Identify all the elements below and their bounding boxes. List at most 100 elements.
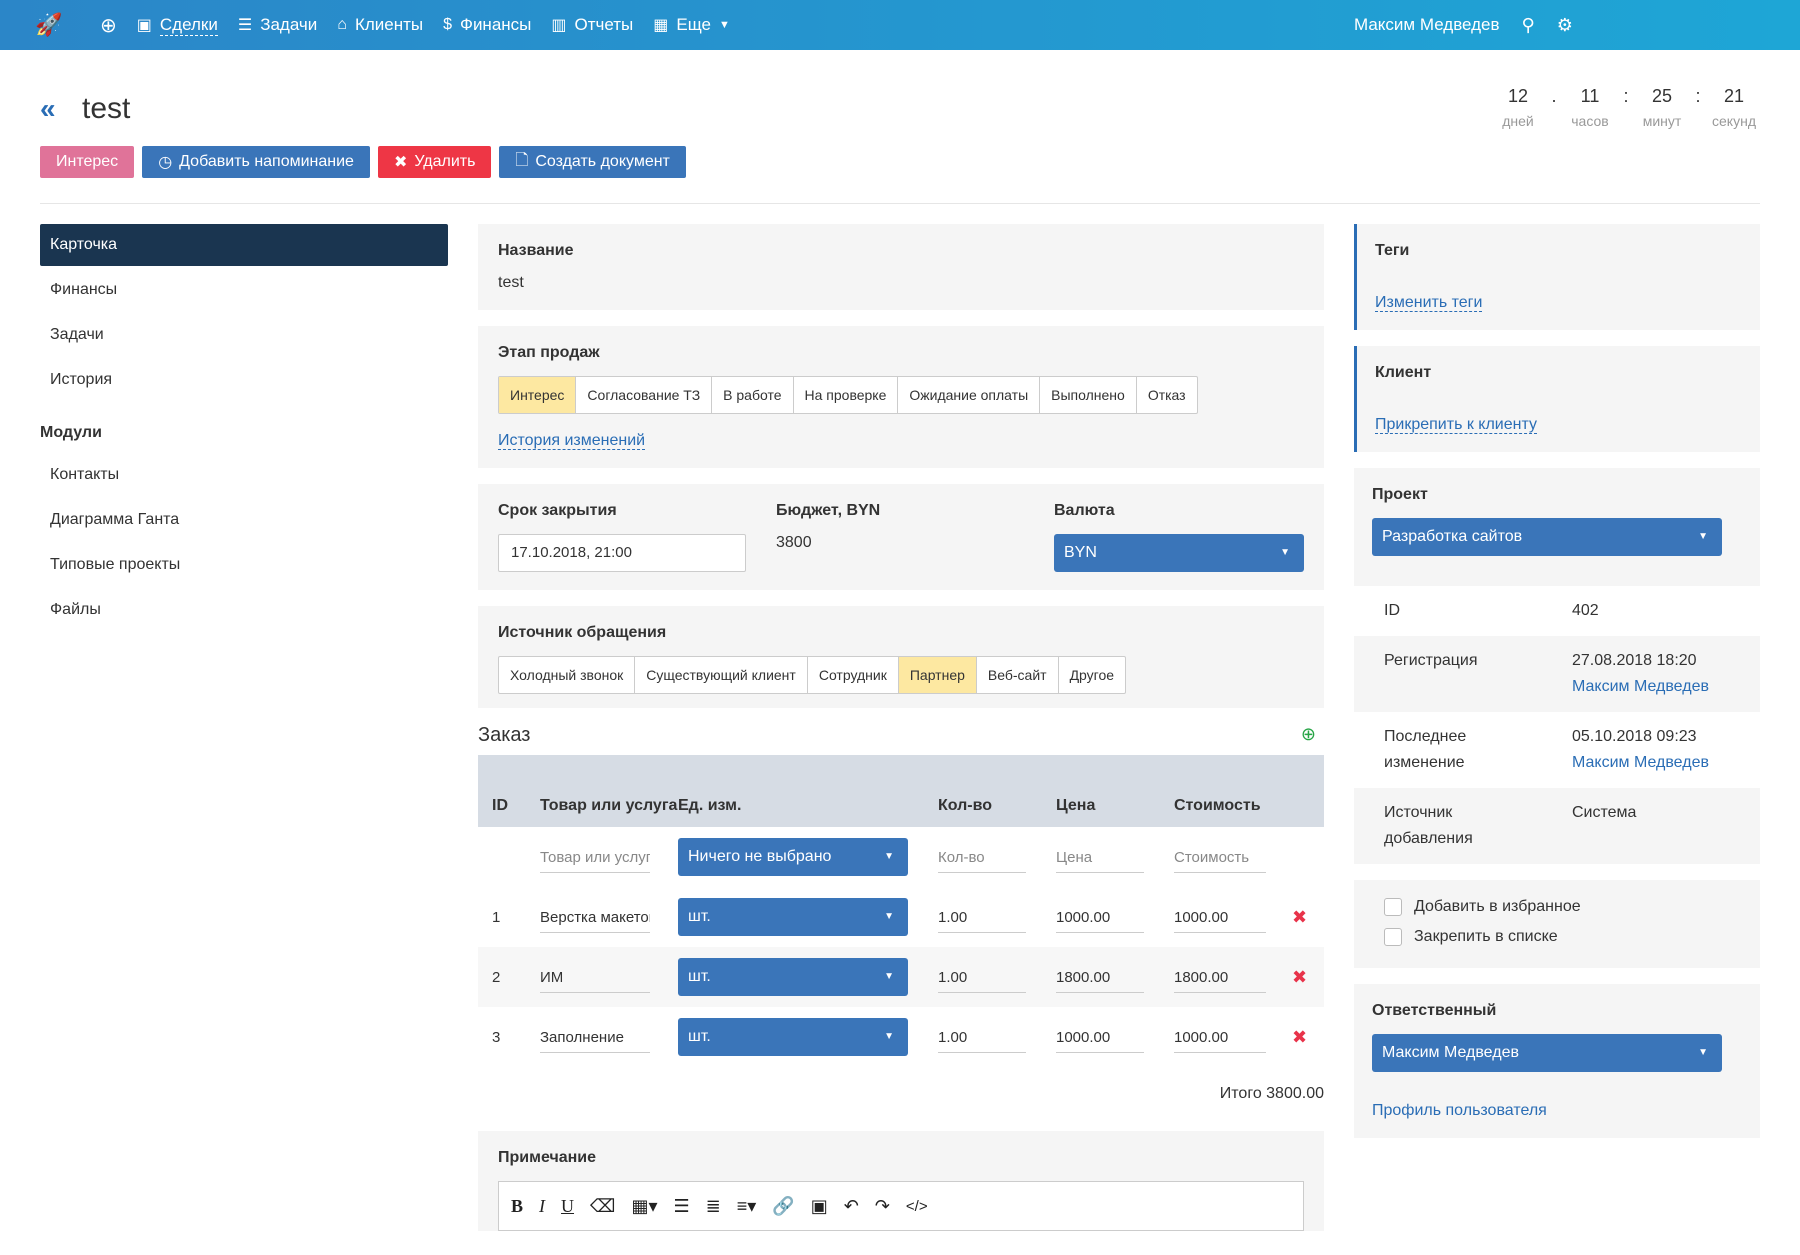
history-link[interactable]: История изменений bbox=[498, 432, 646, 450]
source-option[interactable]: Холодный звонок bbox=[499, 657, 636, 693]
qty-input[interactable]: 1.00 bbox=[938, 1021, 1026, 1053]
delete-row-icon[interactable]: ✖ bbox=[1292, 1027, 1324, 1048]
link-icon[interactable]: 🔗 bbox=[772, 1196, 794, 1217]
source-option[interactable]: Партнер bbox=[898, 657, 977, 693]
price-input[interactable]: Цена bbox=[1056, 841, 1144, 873]
cost-input[interactable]: Стоимость bbox=[1174, 841, 1266, 873]
stage-option[interactable]: В работе bbox=[712, 377, 794, 413]
delete-row-icon[interactable]: ✖ bbox=[1292, 907, 1324, 928]
stage-button[interactable]: Интерес bbox=[40, 146, 135, 178]
stage-option[interactable]: Ожидание оплаты bbox=[898, 377, 1041, 413]
sidebar-item-tasks[interactable]: Задачи bbox=[40, 314, 448, 356]
code-icon[interactable]: </> bbox=[906, 1198, 928, 1215]
nav-reports[interactable]: ▥ Отчеты bbox=[551, 15, 633, 35]
responsible-panel: Ответственный Максим Медведев ▼ Профиль п… bbox=[1354, 984, 1760, 1138]
modified-user-link[interactable]: Максим Медведев bbox=[1572, 750, 1709, 776]
stage-option[interactable]: Согласование ТЗ bbox=[576, 377, 713, 413]
sidebar-item-contacts[interactable]: Контакты bbox=[40, 454, 448, 496]
user-name[interactable]: Максим Медведев bbox=[1354, 15, 1500, 35]
source-row: Источник добавления Система bbox=[1354, 788, 1760, 864]
search-icon[interactable]: ⚲ bbox=[1522, 15, 1535, 36]
product-input[interactable]: ИМ bbox=[540, 961, 650, 993]
price-input[interactable]: 1800.00 bbox=[1056, 961, 1144, 993]
stage-selector: Интерес Согласование ТЗ В работе На пров… bbox=[498, 376, 1198, 414]
nav-clients[interactable]: ⌂ Клиенты bbox=[337, 15, 423, 35]
add-row-icon[interactable]: ⊕ bbox=[1301, 724, 1316, 745]
underline-icon[interactable]: U bbox=[561, 1196, 574, 1217]
delete-row-icon[interactable]: ✖ bbox=[1292, 967, 1324, 988]
cost-input[interactable]: 1800.00 bbox=[1174, 961, 1266, 993]
sidebar-item-files[interactable]: Файлы bbox=[40, 589, 448, 631]
align-icon[interactable]: ≡▾ bbox=[737, 1196, 757, 1217]
unit-select[interactable]: Ничего не выбрано ▼ bbox=[678, 838, 908, 876]
image-icon[interactable]: ▣ bbox=[811, 1196, 828, 1217]
cost-input[interactable]: 1000.00 bbox=[1174, 901, 1266, 933]
stage-option[interactable]: Отказ bbox=[1137, 377, 1197, 413]
sidebar-item-gantt[interactable]: Диаграмма Ганта bbox=[40, 499, 448, 541]
back-icon[interactable]: « bbox=[40, 93, 56, 125]
table-icon[interactable]: ▦▾ bbox=[631, 1196, 657, 1217]
gear-icon[interactable]: ⚙ bbox=[1557, 15, 1573, 36]
checkbox-box[interactable] bbox=[1384, 928, 1402, 946]
close-date-input[interactable]: 17.10.2018, 21:00 bbox=[498, 534, 746, 572]
unit-select[interactable]: шт. ▼ bbox=[678, 1018, 908, 1056]
source-option[interactable]: Существующий клиент bbox=[635, 657, 808, 693]
qty-input[interactable]: Кол-во bbox=[938, 841, 1026, 873]
undo-icon[interactable]: ↶ bbox=[844, 1196, 859, 1217]
budget-label: Бюджет, BYN bbox=[776, 502, 881, 519]
table-row: 1 Верстка макетов шт. ▼ 1.00 1000.00 1000… bbox=[478, 887, 1324, 947]
delete-button[interactable]: ✖ Удалить bbox=[377, 146, 492, 178]
cost-input[interactable]: 1000.00 bbox=[1174, 1021, 1266, 1053]
bar-chart-icon: ▥ bbox=[551, 17, 567, 34]
product-input[interactable]: Верстка макетов bbox=[540, 901, 650, 933]
source-option[interactable]: Другое bbox=[1059, 657, 1125, 693]
responsible-select[interactable]: Максим Медведев ▼ bbox=[1372, 1034, 1722, 1072]
registration-user-link[interactable]: Максим Медведев bbox=[1572, 674, 1709, 700]
name-value[interactable]: test bbox=[498, 274, 1304, 292]
eraser-icon[interactable]: ⌫ bbox=[590, 1196, 615, 1217]
qty-input[interactable]: 1.00 bbox=[938, 901, 1026, 933]
timer-seconds: 21 bbox=[1723, 86, 1745, 106]
source-option[interactable]: Веб-сайт bbox=[977, 657, 1059, 693]
stage-option[interactable]: Интерес bbox=[499, 377, 577, 413]
profile-link[interactable]: Профиль пользователя bbox=[1372, 1102, 1740, 1120]
unit-select[interactable]: шт. ▼ bbox=[678, 898, 908, 936]
numbered-list-icon[interactable]: ≣ bbox=[706, 1196, 721, 1217]
nav-finance[interactable]: $ Финансы bbox=[443, 15, 531, 35]
price-input[interactable]: 1000.00 bbox=[1056, 901, 1144, 933]
add-reminder-button[interactable]: ◷ Добавить напоминание bbox=[142, 146, 370, 178]
modified-row: Последнее изменение 05.10.2018 09:23 Макс… bbox=[1354, 712, 1760, 788]
product-input[interactable]: Заполнение bbox=[540, 1021, 650, 1053]
bullet-list-icon[interactable]: ☰ bbox=[674, 1196, 690, 1217]
pin-checkbox[interactable]: Закрепить в списке bbox=[1384, 928, 1730, 946]
redo-icon[interactable]: ↷ bbox=[875, 1196, 890, 1217]
add-icon[interactable]: ⊕ bbox=[100, 13, 117, 38]
budget-value[interactable]: 3800 bbox=[776, 534, 1054, 552]
stage-option[interactable]: На проверке bbox=[794, 377, 899, 413]
edit-tags-link[interactable]: Изменить теги bbox=[1375, 294, 1483, 312]
order-table: ID Товар или услуга Ед. изм. Кол-во Цена… bbox=[478, 755, 1324, 1067]
sidebar-item-finance[interactable]: Финансы bbox=[40, 269, 448, 311]
checkbox-box[interactable] bbox=[1384, 898, 1402, 916]
source-option[interactable]: Сотрудник bbox=[808, 657, 899, 693]
price-input[interactable]: 1000.00 bbox=[1056, 1021, 1144, 1053]
italic-icon[interactable]: I bbox=[539, 1196, 545, 1217]
sidebar-item-templates[interactable]: Типовые проекты bbox=[40, 544, 448, 586]
project-select[interactable]: Разработка сайтов ▼ bbox=[1372, 518, 1722, 556]
nav-tasks[interactable]: ☰ Задачи bbox=[238, 15, 317, 35]
sidebar-item-card[interactable]: Карточка bbox=[40, 224, 448, 266]
stage-option[interactable]: Выполнено bbox=[1040, 377, 1137, 413]
sidebar-item-history[interactable]: История bbox=[40, 359, 448, 401]
currency-select[interactable]: BYN ▼ bbox=[1054, 534, 1304, 572]
nav-deals[interactable]: ▣ Сделки bbox=[137, 15, 218, 36]
attach-client-link[interactable]: Прикрепить к клиенту bbox=[1375, 416, 1537, 434]
favorite-checkbox[interactable]: Добавить в избранное bbox=[1384, 898, 1730, 916]
bold-icon[interactable]: B bbox=[511, 1196, 523, 1217]
nav-more[interactable]: ▦ Еще ▼ bbox=[653, 15, 730, 35]
product-input[interactable]: Товар или услуга bbox=[540, 841, 650, 873]
unit-select[interactable]: шт. ▼ bbox=[678, 958, 908, 996]
qty-input[interactable]: 1.00 bbox=[938, 961, 1026, 993]
create-document-button[interactable]: 🗋 Создать документ bbox=[499, 146, 686, 178]
rocket-icon[interactable]: 🚀 bbox=[24, 12, 74, 38]
note-panel: Примечание B I U ⌫ ▦▾ ☰ ≣ ≡▾ 🔗 ▣ ↶ ↷ </> bbox=[478, 1131, 1324, 1231]
